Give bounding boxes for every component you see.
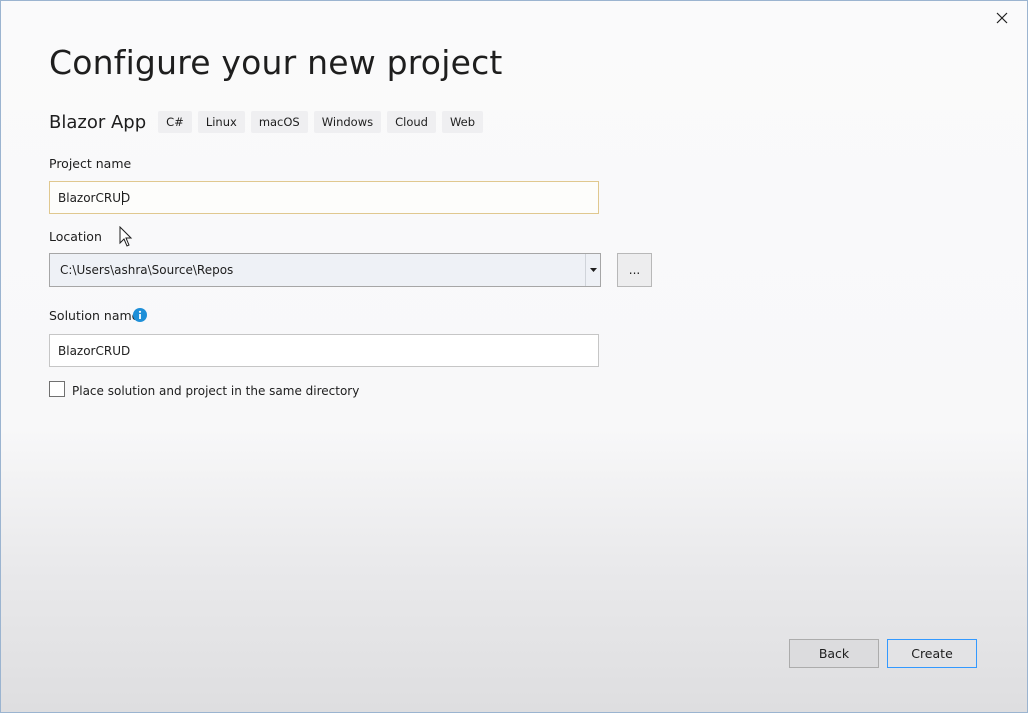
- template-name: Blazor App: [49, 111, 147, 133]
- page-title: Configure your new project: [49, 43, 503, 82]
- tag-macos: macOS: [250, 111, 308, 133]
- back-button[interactable]: Back: [789, 639, 879, 668]
- solution-name-input[interactable]: [49, 334, 599, 367]
- project-name-label: Project name: [49, 156, 132, 171]
- mouse-pointer-icon: [119, 226, 133, 247]
- tag-web: Web: [441, 111, 484, 133]
- chevron-down-icon: [589, 268, 597, 272]
- tag-windows: Windows: [313, 111, 382, 133]
- location-combobox[interactable]: C:\Users\ashra\Source\Repos: [49, 253, 601, 287]
- info-icon[interactable]: [133, 308, 147, 322]
- text-caret: [122, 191, 123, 205]
- location-label: Location: [49, 229, 102, 244]
- same-directory-checkbox[interactable]: [49, 381, 65, 397]
- create-button[interactable]: Create: [887, 639, 977, 668]
- project-name-input[interactable]: [49, 181, 599, 214]
- tag-linux: Linux: [197, 111, 245, 133]
- close-button[interactable]: [991, 7, 1013, 29]
- template-summary: Blazor App C# Linux macOS Windows Cloud …: [49, 111, 489, 133]
- location-value[interactable]: C:\Users\ashra\Source\Repos: [50, 263, 585, 277]
- close-icon: [996, 12, 1008, 24]
- tag-cloud: Cloud: [387, 111, 436, 133]
- location-dropdown-button[interactable]: [585, 254, 600, 286]
- configure-project-dialog: Configure your new project Blazor App C#…: [0, 0, 1028, 713]
- browse-location-button[interactable]: ...: [617, 253, 652, 287]
- solution-name-label: Solution name: [49, 308, 140, 323]
- tag-csharp: C#: [158, 111, 192, 133]
- same-directory-label[interactable]: Place solution and project in the same d…: [72, 384, 359, 398]
